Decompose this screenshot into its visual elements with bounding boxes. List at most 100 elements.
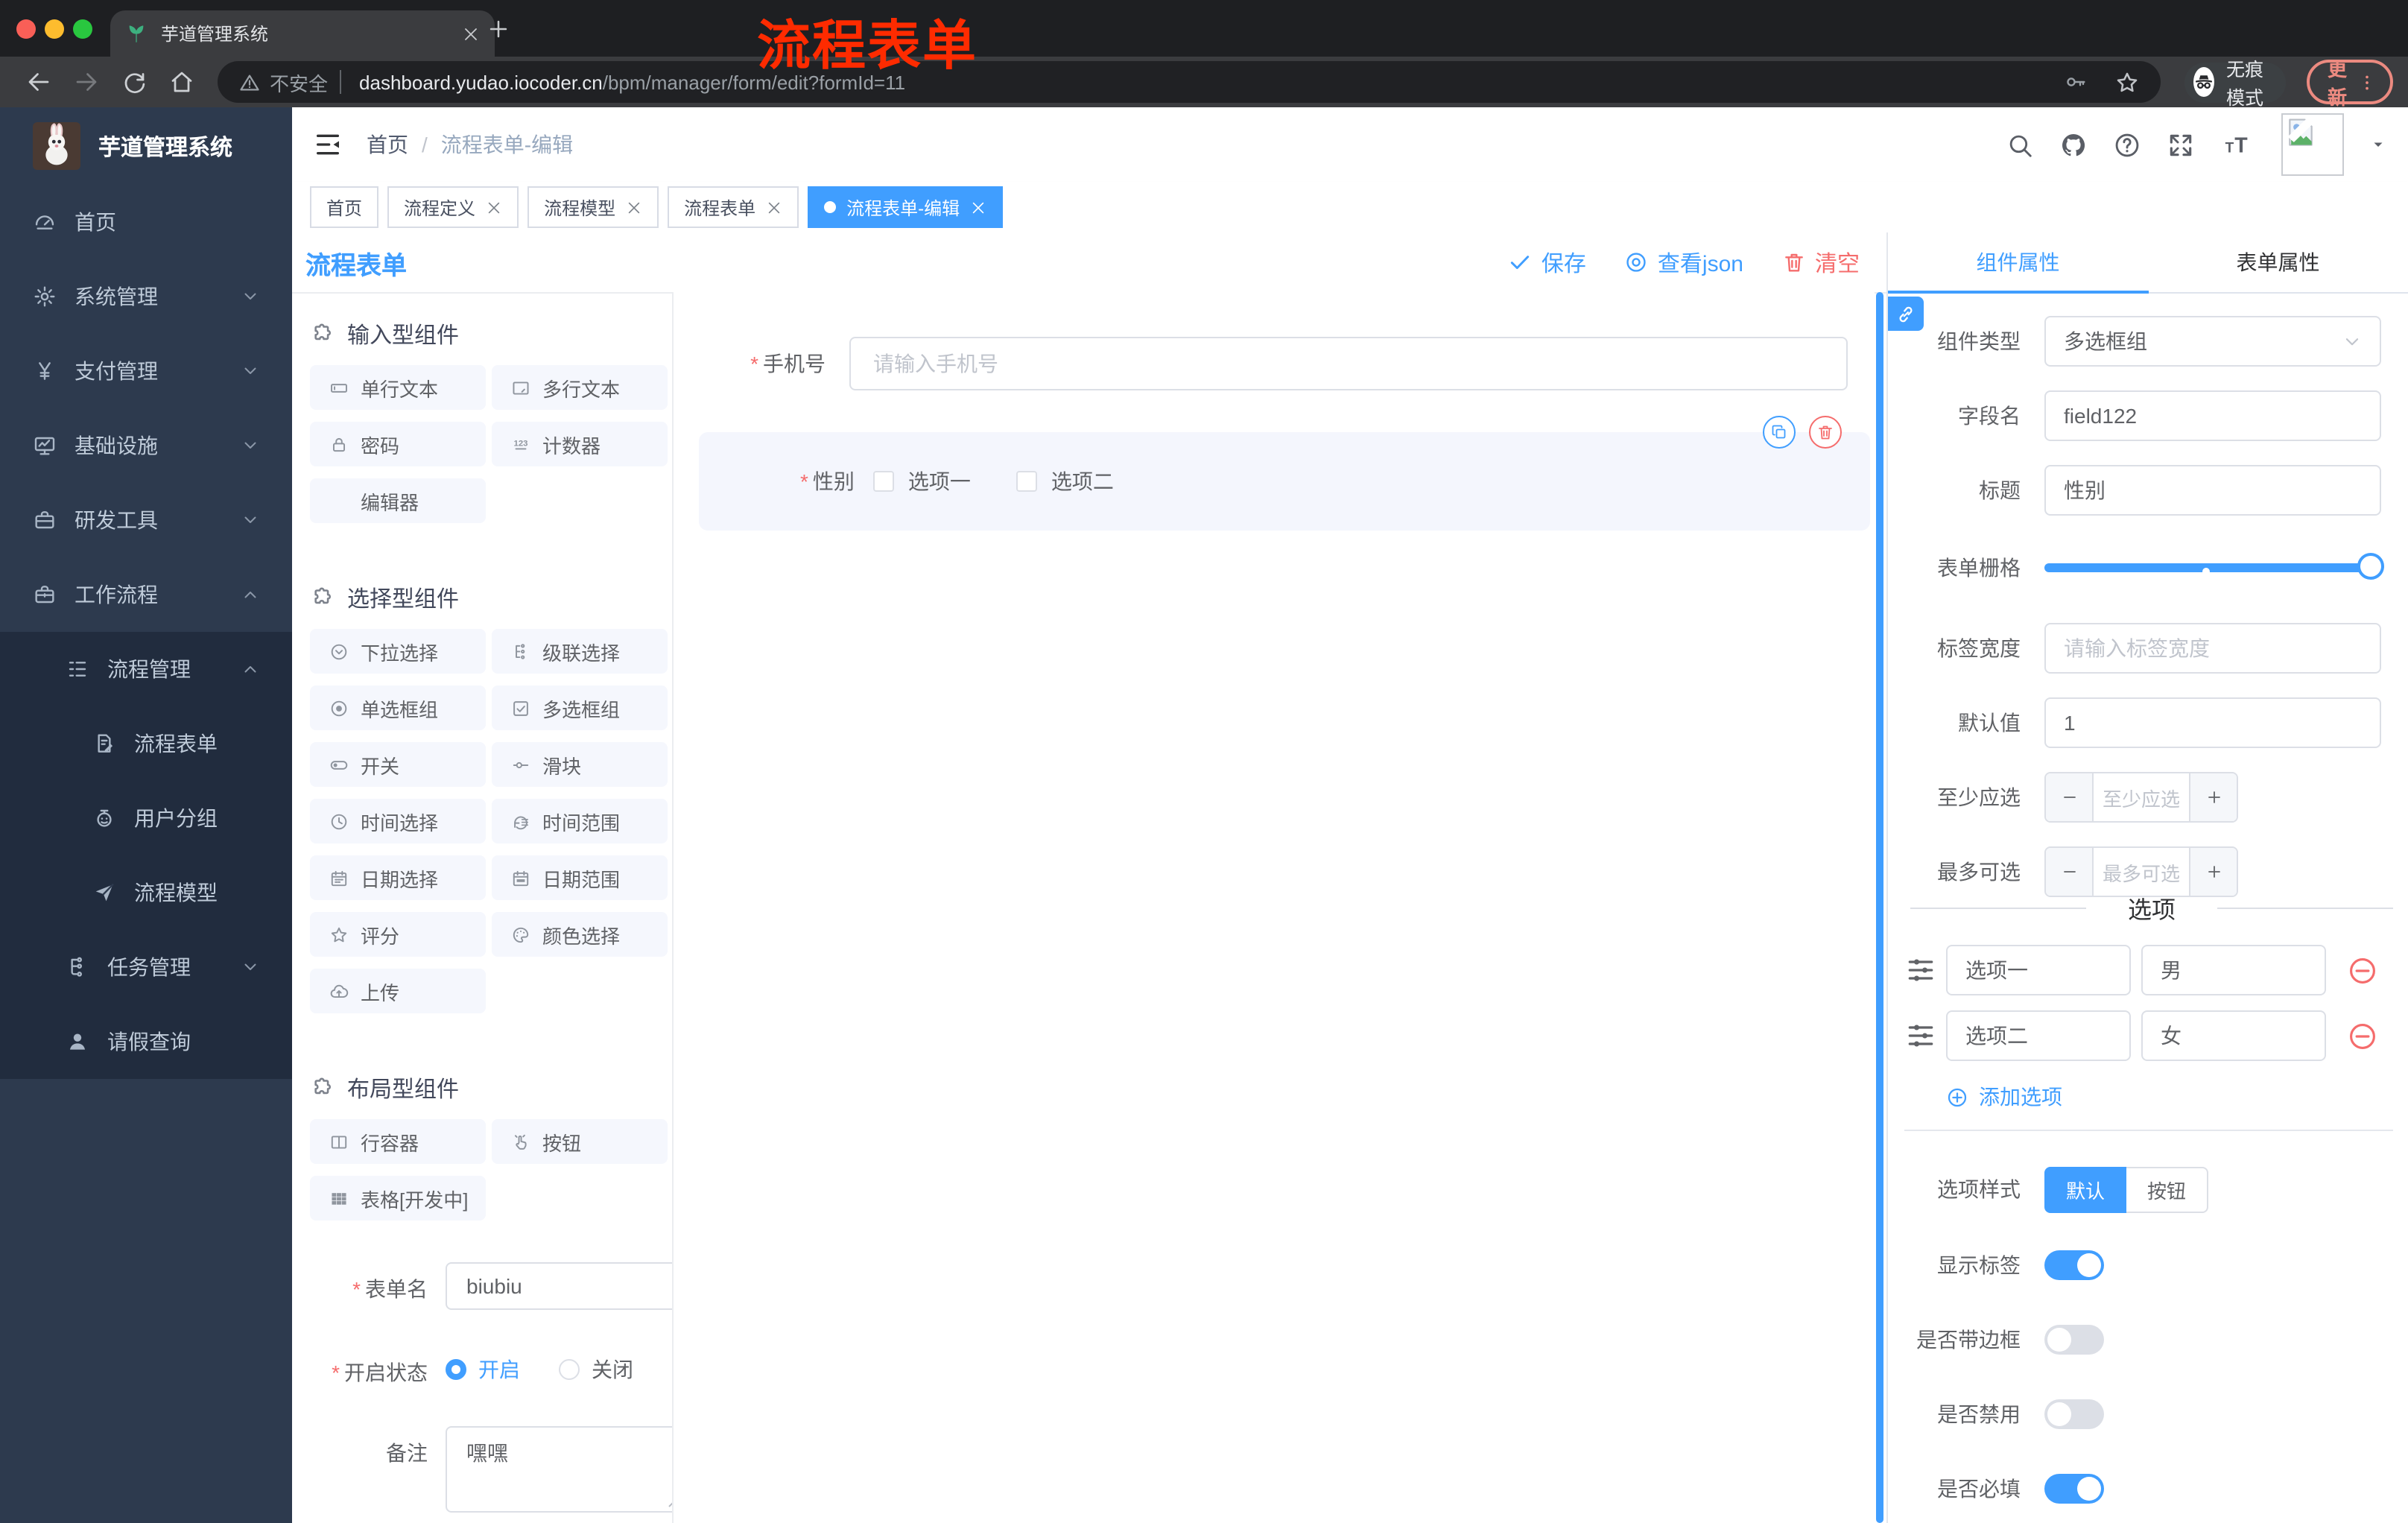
- component-type-select[interactable]: 多选框组: [2044, 316, 2381, 367]
- github-icon[interactable]: [2059, 130, 2088, 159]
- avatar[interactable]: [2281, 113, 2344, 176]
- palette-item-多选框组[interactable]: 多选框组: [492, 685, 668, 730]
- palette-item-滑块[interactable]: 滑块: [492, 742, 668, 787]
- update-button[interactable]: 更新: [2306, 58, 2393, 109]
- save-button[interactable]: 保存: [1509, 247, 1586, 278]
- chevron-down-icon[interactable]: [2369, 136, 2387, 153]
- toggle-是否必填[interactable]: [2044, 1474, 2104, 1504]
- gender-option-选项一[interactable]: 选项一: [873, 466, 971, 496]
- sidebar-item-3[interactable]: 基础设施: [0, 408, 292, 483]
- drag-handle-icon[interactable]: [1904, 954, 1937, 987]
- slider-handle[interactable]: [2357, 553, 2384, 580]
- field-name-input[interactable]: field122: [2044, 390, 2381, 441]
- sidebar-item-7[interactable]: 流程表单: [0, 706, 292, 781]
- tag-chip-2[interactable]: 流程模型: [527, 186, 659, 228]
- inspector-tab-0[interactable]: 组件属性: [1888, 232, 2148, 292]
- palette-item-评分[interactable]: 评分: [310, 912, 486, 957]
- bookmark-star-icon[interactable]: [2114, 69, 2140, 95]
- sidebar-item-11[interactable]: 请假查询: [0, 1004, 292, 1079]
- min-select-input[interactable]: 至少应选: [2092, 773, 2190, 821]
- tag-chip-3[interactable]: 流程表单: [668, 186, 799, 228]
- remove-option-button[interactable]: [2347, 954, 2378, 986]
- window-minimize-button[interactable]: [45, 19, 64, 39]
- close-icon[interactable]: [626, 199, 642, 215]
- option-value-input[interactable]: 男: [2141, 945, 2326, 995]
- checkbox[interactable]: [873, 471, 895, 492]
- palette-item-颜色选择[interactable]: 颜色选择: [492, 912, 668, 957]
- sidebar-item-6[interactable]: 流程管理: [0, 632, 292, 706]
- palette-item-编辑器[interactable]: 编辑器: [310, 478, 486, 523]
- fullscreen-icon[interactable]: [2167, 130, 2195, 159]
- home-button[interactable]: [168, 69, 195, 95]
- back-button[interactable]: [25, 69, 52, 95]
- palette-item-单行文本[interactable]: 单行文本: [310, 365, 486, 410]
- sidebar-logo-row[interactable]: 芋道管理系统: [0, 107, 292, 185]
- max-select-input[interactable]: 最多可选: [2092, 848, 2190, 896]
- gender-option-选项二[interactable]: 选项二: [1016, 466, 1114, 496]
- remark-textarea[interactable]: 嘿嘿: [446, 1426, 672, 1513]
- inspector-tab-1[interactable]: 表单属性: [2148, 232, 2408, 292]
- phone-input[interactable]: 请输入手机号: [849, 337, 1848, 390]
- palette-item-下拉选择[interactable]: 下拉选择: [310, 629, 486, 674]
- decrease-button[interactable]: [2046, 848, 2092, 896]
- window-zoom-button[interactable]: [73, 19, 92, 39]
- option-value-input[interactable]: 女: [2141, 1010, 2326, 1061]
- palette-item-时间选择[interactable]: 时间选择: [310, 799, 486, 843]
- palette-item-多行文本[interactable]: 多行文本: [492, 365, 668, 410]
- form-grid-slider[interactable]: [2044, 542, 2384, 593]
- password-key-icon[interactable]: [2064, 70, 2088, 94]
- toggle-是否带边框[interactable]: [2044, 1325, 2104, 1355]
- link-tag-button[interactable]: [1888, 297, 1924, 331]
- palette-item-级联选择[interactable]: 级联选择: [492, 629, 668, 674]
- view-json-button[interactable]: 查看json: [1625, 247, 1743, 278]
- option-label-input[interactable]: 选项一: [1946, 945, 2131, 995]
- form-name-input[interactable]: biubiu: [446, 1262, 672, 1310]
- tag-chip-0[interactable]: 首页: [310, 186, 379, 228]
- canvas-scrollbar[interactable]: [1876, 292, 1883, 1523]
- remove-option-button[interactable]: [2347, 1020, 2378, 1051]
- sidebar-item-2[interactable]: 支付管理: [0, 334, 292, 408]
- sidebar-item-10[interactable]: 任务管理: [0, 930, 292, 1004]
- font-size-icon[interactable]: TT: [2220, 130, 2256, 159]
- clear-button[interactable]: 清空: [1782, 247, 1860, 278]
- sidebar-item-0[interactable]: 首页: [0, 185, 292, 259]
- add-option-button[interactable]: 添加选项: [1946, 1082, 2062, 1112]
- palette-item-按钮[interactable]: 按钮: [492, 1119, 668, 1164]
- toggle-显示标签[interactable]: [2044, 1250, 2104, 1280]
- help-icon[interactable]: [2113, 130, 2141, 159]
- increase-button[interactable]: [2190, 848, 2237, 896]
- tab-close-icon[interactable]: [462, 25, 480, 42]
- sidebar-item-9[interactable]: 流程模型: [0, 855, 292, 930]
- label-width-input[interactable]: 请输入标签宽度: [2044, 623, 2381, 674]
- option-style-默认[interactable]: 默认: [2044, 1166, 2126, 1212]
- canvas-field-phone[interactable]: * 手机号 请输入手机号: [674, 337, 1848, 390]
- tag-chip-4[interactable]: 流程表单-编辑: [808, 186, 1004, 228]
- palette-item-行容器[interactable]: 行容器: [310, 1119, 486, 1164]
- form-canvas[interactable]: * 手机号 请输入手机号 * 性别 选项一 选项二: [674, 292, 1875, 1523]
- palette-item-时间范围[interactable]: 时间范围: [492, 799, 668, 843]
- close-icon[interactable]: [970, 199, 986, 215]
- checkbox[interactable]: [1016, 471, 1038, 492]
- palette-item-计数器[interactable]: 123 计数器: [492, 422, 668, 466]
- close-icon[interactable]: [486, 199, 502, 215]
- palette-item-表格[开发中][interactable]: 表格[开发中]: [310, 1176, 486, 1220]
- sidebar-collapse-icon[interactable]: [313, 130, 343, 159]
- title-input[interactable]: 性别: [2044, 465, 2381, 516]
- status-radio-关闭[interactable]: 关闭: [559, 1355, 633, 1384]
- address-bar[interactable]: 不安全 dashboard.yudao.iocoder.cn/bpm/manag…: [218, 61, 2161, 103]
- drag-handle-icon[interactable]: [1904, 1019, 1937, 1052]
- option-label-input[interactable]: 选项二: [1946, 1010, 2131, 1061]
- tag-chip-1[interactable]: 流程定义: [387, 186, 519, 228]
- browser-menu-icon[interactable]: [2357, 72, 2377, 92]
- browser-tab[interactable]: 芋道管理系统: [110, 10, 495, 57]
- palette-item-开关[interactable]: 开关: [310, 742, 486, 787]
- forward-button[interactable]: [73, 69, 100, 95]
- reload-button[interactable]: [121, 69, 148, 95]
- window-close-button[interactable]: [16, 19, 36, 39]
- close-icon[interactable]: [766, 199, 782, 215]
- search-icon[interactable]: [2006, 130, 2034, 159]
- decrease-button[interactable]: [2046, 773, 2092, 821]
- palette-item-日期选择[interactable]: 日期选择: [310, 855, 486, 900]
- sidebar-item-5[interactable]: 工作流程: [0, 557, 292, 632]
- palette-item-密码[interactable]: 密码: [310, 422, 486, 466]
